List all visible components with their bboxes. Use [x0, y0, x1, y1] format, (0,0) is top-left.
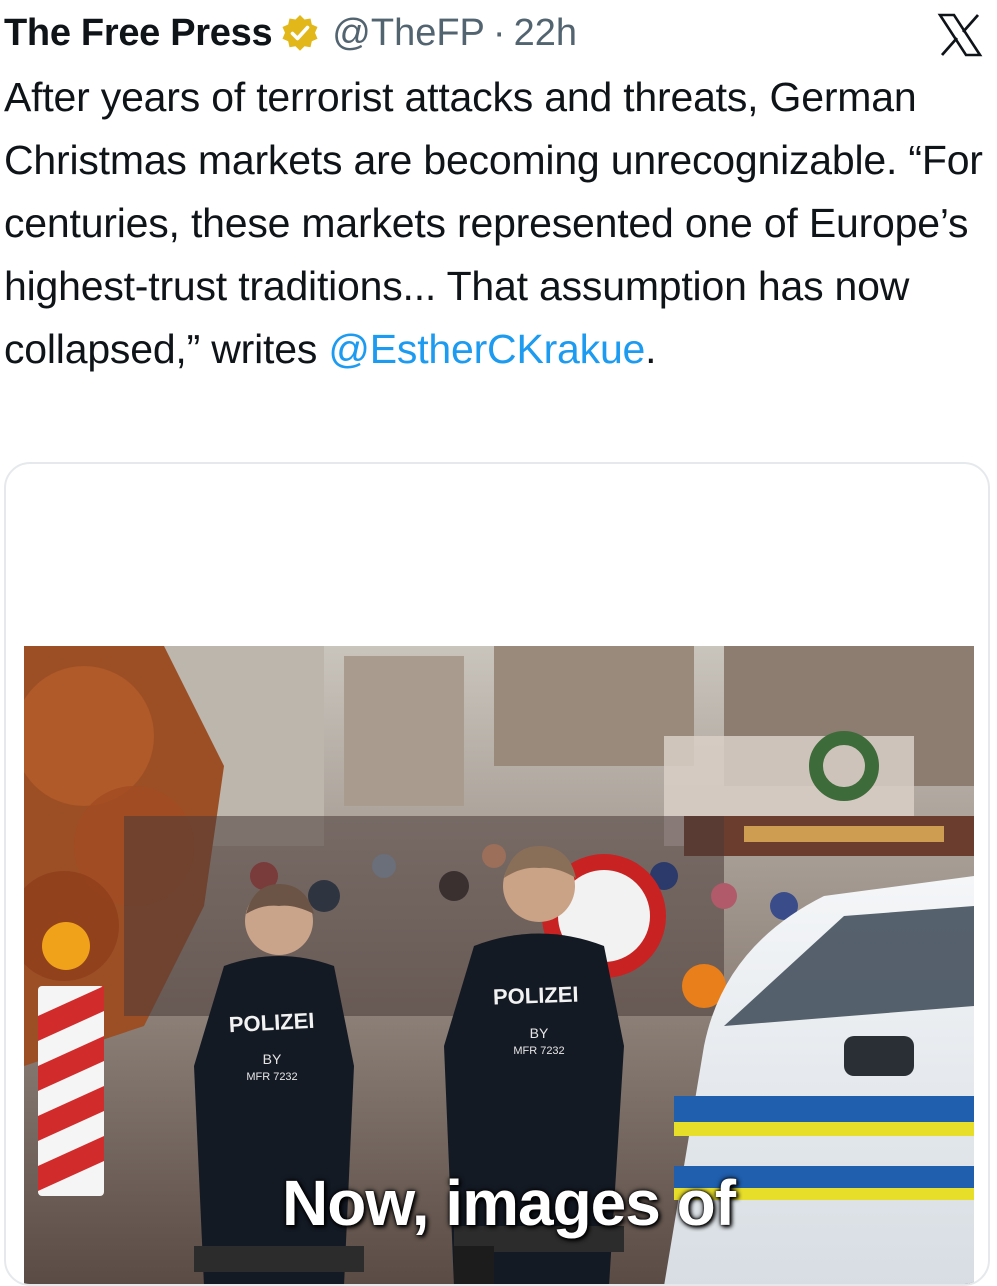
jacket-right-sub2: MFR 7232: [513, 1045, 564, 1057]
jacket-right-title: POLIZEI: [493, 982, 579, 1010]
x-logo-icon[interactable]: [937, 12, 983, 58]
tweet-header: The Free Press @TheFP · 22h: [4, 8, 997, 58]
image-caption: Now, images of: [282, 1167, 736, 1239]
tweet-text: After years of terrorist attacks and thr…: [4, 66, 994, 381]
jacket-left-sub2: MFR 7232: [246, 1071, 297, 1083]
jacket-left-title: POLIZEI: [228, 1008, 315, 1037]
tweet-end: .: [645, 326, 657, 372]
link-card[interactable]: POLIZEI BY MFR 7232 POLIZEI BY MFR 7232 …: [4, 462, 990, 1286]
handle[interactable]: @TheFP: [332, 12, 485, 55]
article-image[interactable]: POLIZEI BY MFR 7232 POLIZEI BY MFR 7232 …: [24, 646, 974, 1284]
separator-dot: ·: [492, 11, 506, 54]
jacket-left-sub1: BY: [263, 1051, 282, 1067]
jacket-right-sub1: BY: [530, 1025, 549, 1041]
timestamp[interactable]: 22h: [514, 12, 577, 55]
display-name[interactable]: The Free Press: [4, 12, 273, 55]
mention-link[interactable]: @EstherCKrakue: [328, 326, 645, 372]
verified-badge-icon: [282, 15, 318, 51]
